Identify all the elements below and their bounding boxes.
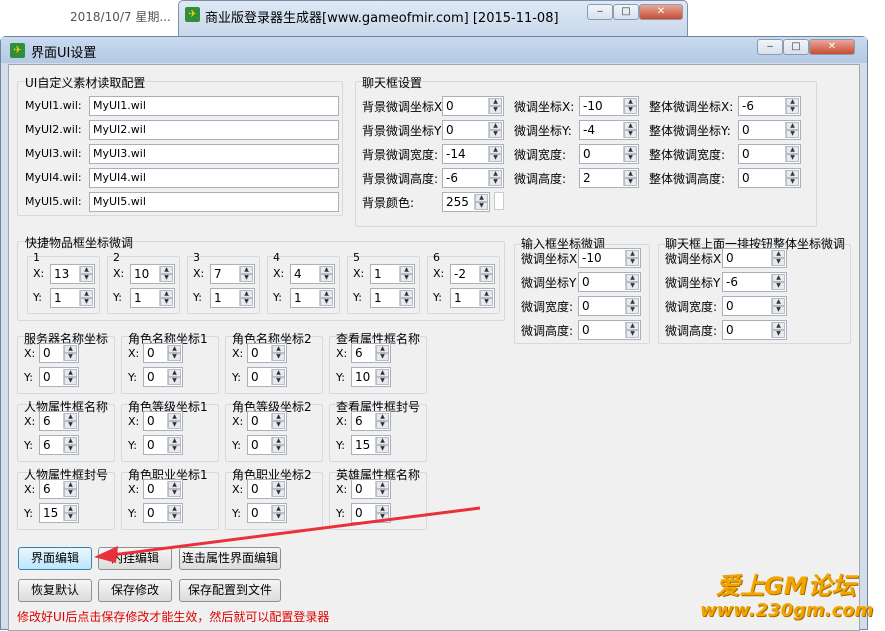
arrow-shaft [111, 506, 481, 557]
watermark-title: 爱上GM论坛 [716, 572, 856, 600]
watermark-url: www.230gm.com [700, 600, 874, 621]
annotation-arrow [94, 506, 481, 563]
arrow-head [94, 546, 118, 563]
